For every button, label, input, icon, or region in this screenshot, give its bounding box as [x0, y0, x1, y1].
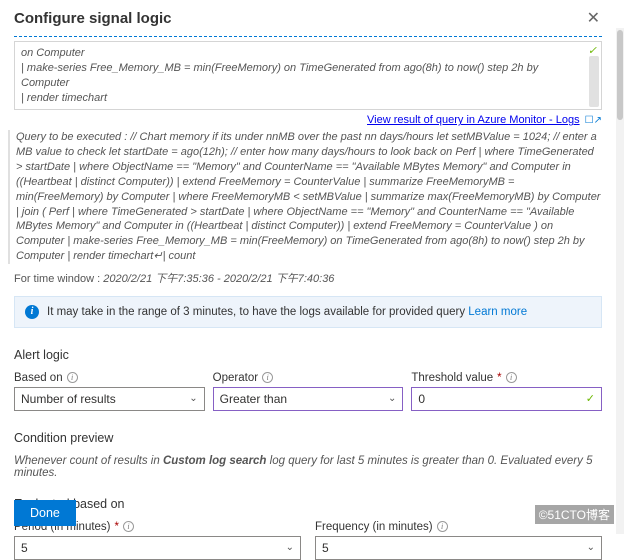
info-banner: i It may take in the range of 3 minutes,… [14, 296, 602, 328]
panel-title: Configure signal logic [14, 10, 172, 27]
footer: Done [14, 500, 76, 526]
query-description: Query to be executed : // Chart memory i… [8, 130, 602, 264]
help-icon[interactable]: i [262, 372, 273, 383]
query-preview-box: ✓ on Computer | make-series Free_Memory_… [14, 41, 602, 110]
chevron-down-icon: ⌄ [587, 542, 595, 553]
check-icon: ✓ [586, 392, 595, 405]
panel-scrollbar[interactable] [616, 28, 624, 534]
threshold-label: Threshold value * i [411, 372, 602, 384]
required-asterisk: * [497, 372, 501, 384]
alert-logic-row: Based on i Number of results ⌄ Operator … [14, 372, 602, 411]
view-result-row: View result of query in Azure Monitor - … [14, 112, 602, 130]
required-asterisk: * [115, 521, 119, 533]
operator-select[interactable]: Greater than ⌄ [213, 387, 404, 411]
time-window-value: 2020/2/21 下午7:35:36 - 2020/2/21 下午7:40:3… [103, 273, 334, 285]
condition-preview-text: Whenever count of results in Custom log … [14, 455, 602, 479]
evaluated-heading: Evaluated based on [14, 497, 602, 511]
alert-logic-heading: Alert logic [14, 348, 602, 362]
help-icon[interactable]: i [123, 521, 134, 532]
operator-label: Operator i [213, 372, 404, 384]
separator [14, 36, 602, 37]
info-icon: i [25, 305, 39, 319]
chevron-down-icon: ⌄ [286, 542, 294, 553]
watermark: ©51CTO博客 [535, 505, 614, 524]
help-icon[interactable]: i [67, 372, 78, 383]
threshold-input[interactable]: 0 ✓ [411, 387, 602, 411]
chevron-down-icon: ⌄ [189, 393, 197, 404]
period-select[interactable]: 5 ⌄ [14, 536, 301, 560]
query-line: | make-series Free_Memory_MB = min(FreeM… [21, 61, 585, 91]
based-on-select[interactable]: Number of results ⌄ [14, 387, 205, 411]
scrollbar-thumb[interactable] [617, 30, 623, 120]
condition-preview-heading: Condition preview [14, 431, 602, 445]
panel-header: Configure signal logic ✕ [14, 0, 602, 34]
learn-more-link[interactable]: Learn more [468, 306, 527, 318]
time-window-row: For time window : 2020/2/21 下午7:35:36 - … [14, 270, 602, 286]
help-icon[interactable]: i [437, 521, 448, 532]
query-line: | render timechart [21, 91, 585, 106]
help-icon[interactable]: i [506, 372, 517, 383]
close-icon[interactable]: ✕ [585, 6, 602, 30]
view-result-link[interactable]: View result of query in Azure Monitor - … [367, 114, 580, 126]
query-line: on Computer [21, 46, 585, 61]
configure-signal-logic-panel: Configure signal logic ✕ ✓ on Computer |… [0, 0, 616, 534]
time-window-label: For time window : [14, 273, 100, 285]
frequency-select[interactable]: 5 ⌄ [315, 536, 602, 560]
external-link-icon: ☐↗ [585, 115, 602, 126]
query-scrollbar[interactable] [589, 56, 599, 107]
info-text: It may take in the range of 3 minutes, t… [47, 306, 527, 318]
chevron-down-icon: ⌄ [388, 393, 396, 404]
based-on-label: Based on i [14, 372, 205, 384]
evaluated-row: Period (in minutes) * i 5 ⌄ Frequency (i… [14, 521, 602, 560]
done-button[interactable]: Done [14, 500, 76, 526]
